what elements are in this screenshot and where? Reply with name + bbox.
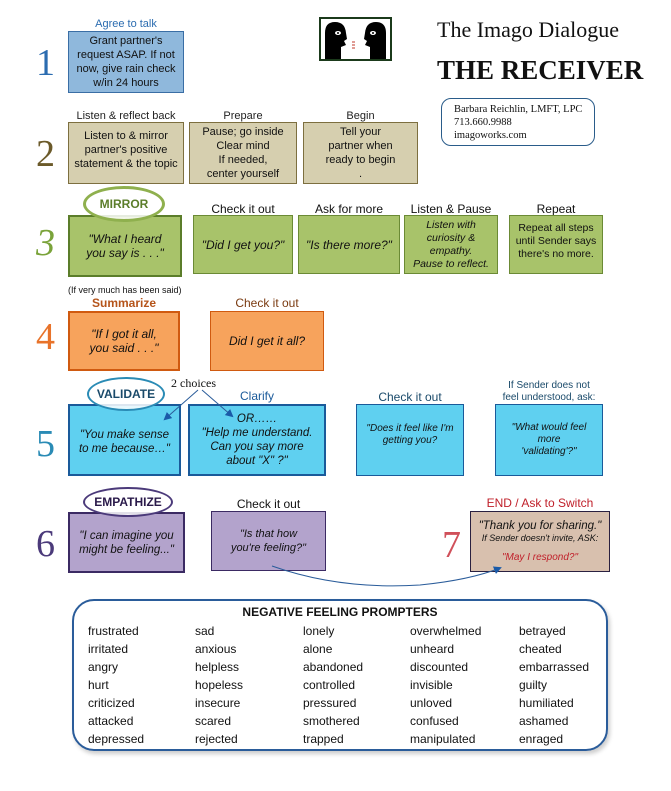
feeling-word: angry <box>88 660 119 674</box>
feeling-word: sad <box>195 624 215 638</box>
feeling-word: anxious <box>195 642 237 656</box>
feeling-word: guilty <box>519 678 548 692</box>
feeling-word: abandoned <box>303 660 364 674</box>
feeling-word: controlled <box>303 678 356 692</box>
arrow-to-validate <box>163 389 199 421</box>
feeling-word: ashamed <box>519 714 569 728</box>
arrow-to-step7 <box>271 565 502 587</box>
feeling-word: insecure <box>195 696 241 710</box>
feelings-column-1: frustrated irritated angry hurt criticiz… <box>88 622 144 748</box>
feeling-word: confused <box>410 714 459 728</box>
feeling-word: unheard <box>410 642 455 656</box>
feeling-word: embarrassed <box>519 660 590 674</box>
feelings-column-4: overwhelmed unheard discounted invisible… <box>410 622 481 748</box>
feeling-word: criticized <box>88 696 135 710</box>
feelings-panel: NEGATIVE FEELING PROMPTERS frustrated ir… <box>72 599 608 751</box>
feeling-word: enraged <box>519 732 564 746</box>
feeling-word: discounted <box>410 660 469 674</box>
feeling-word: rejected <box>195 732 238 746</box>
feeling-word: irritated <box>88 642 129 656</box>
feeling-word: alone <box>303 642 333 656</box>
feeling-word: scared <box>195 714 232 728</box>
feeling-word: pressured <box>303 696 357 710</box>
feeling-word: lonely <box>303 624 335 638</box>
feeling-word: smothered <box>303 714 360 728</box>
feeling-word: humiliated <box>519 696 574 710</box>
feelings-column-2: sad anxious helpless hopeless insecure s… <box>195 622 243 748</box>
feeling-word: helpless <box>195 660 240 674</box>
feeling-word: attacked <box>88 714 134 728</box>
feeling-word: betrayed <box>519 624 566 638</box>
feeling-word: trapped <box>303 732 344 746</box>
feeling-word: invisible <box>410 678 453 692</box>
feeling-word: hurt <box>88 678 109 692</box>
feelings-column-5: betrayed cheated embarrassed guilty humi… <box>519 622 589 748</box>
feelings-title: NEGATIVE FEELING PROMPTERS <box>242 605 438 619</box>
feeling-word: hopeless <box>195 678 244 692</box>
feeling-word: unloved <box>410 696 453 710</box>
feeling-word: overwhelmed <box>410 624 482 638</box>
feeling-word: frustrated <box>88 624 139 638</box>
feeling-word: manipulated <box>410 732 476 746</box>
feeling-word: cheated <box>519 642 562 656</box>
feelings-column-3: lonely alone abandoned controlled pressu… <box>303 622 363 748</box>
feeling-word: depressed <box>88 732 145 746</box>
arrow-to-clarify <box>201 389 234 418</box>
